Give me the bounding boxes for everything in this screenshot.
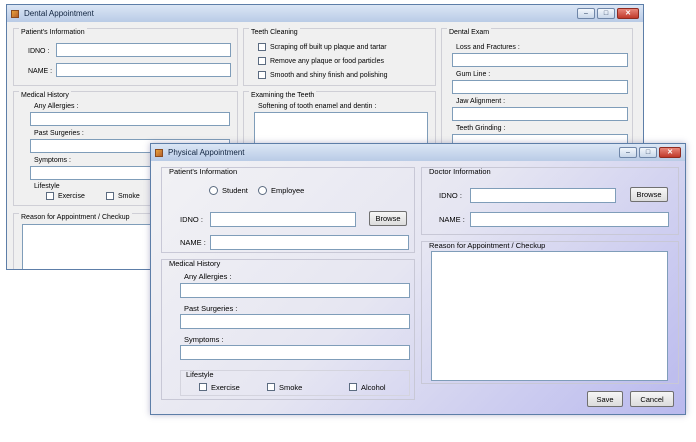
remove-plaque-label: Remove any plaque or food particles bbox=[270, 58, 385, 65]
group-legend: Medical History bbox=[169, 259, 221, 268]
doctor-name-input[interactable] bbox=[470, 212, 669, 227]
examining-teeth-group: Examining the Teeth Softening of tooth e… bbox=[243, 91, 436, 151]
doctor-browse-button[interactable]: Browse bbox=[630, 187, 668, 202]
smoke-label: Smoke bbox=[279, 383, 303, 392]
close-button[interactable]: ✕ bbox=[617, 8, 639, 19]
minimize-button[interactable]: – bbox=[619, 147, 637, 158]
dental-idno-input[interactable] bbox=[56, 43, 231, 57]
gum-line-input[interactable] bbox=[452, 80, 628, 94]
group-legend: Reason for Appointment / Checkup bbox=[19, 213, 132, 222]
app-icon bbox=[11, 9, 19, 18]
dental-window-title: Dental Appointment bbox=[24, 9, 94, 18]
jaw-alignment-label: Jaw Alignment : bbox=[456, 98, 506, 105]
doctor-name-label: NAME : bbox=[439, 215, 465, 224]
name-label: NAME : bbox=[180, 238, 206, 247]
cancel-button[interactable]: Cancel bbox=[630, 391, 674, 407]
jaw-alignment-input[interactable] bbox=[452, 107, 628, 121]
physical-idno-input[interactable] bbox=[210, 212, 356, 227]
group-legend: Doctor Information bbox=[429, 167, 491, 176]
physical-appointment-window: Physical Appointment – □ ✕ Patient's Inf… bbox=[150, 143, 686, 415]
physical-reason-textarea[interactable] bbox=[431, 251, 668, 381]
group-legend: Medical History bbox=[19, 91, 71, 100]
physical-surgeries-input[interactable] bbox=[180, 314, 410, 329]
allergies-label: Any Allergies : bbox=[34, 103, 79, 110]
exercise-label: Exercise bbox=[58, 193, 85, 200]
physical-body: Patient's Information Student Employee I… bbox=[151, 161, 685, 414]
scraping-checkbox[interactable] bbox=[258, 43, 266, 51]
physical-reason-group: Reason for Appointment / Checkup bbox=[421, 241, 679, 384]
maximize-button[interactable]: □ bbox=[639, 147, 657, 158]
alcohol-label: Alcohol bbox=[361, 383, 386, 392]
employee-radio[interactable] bbox=[258, 186, 267, 195]
lifestyle-label: Lifestyle bbox=[186, 370, 214, 379]
group-legend: Teeth Cleaning bbox=[249, 28, 300, 37]
symptoms-label: Symptoms : bbox=[184, 335, 224, 344]
allergies-label: Any Allergies : bbox=[184, 272, 232, 281]
physical-allergies-input[interactable] bbox=[180, 283, 410, 298]
dental-patient-info-group: Patient's Information IDNO : NAME : bbox=[13, 28, 238, 86]
group-legend: Patient's Information bbox=[169, 167, 238, 176]
dental-name-input[interactable] bbox=[56, 63, 231, 77]
dental-exam-group: Dental Exam Loss and Fractures : Gum Lin… bbox=[441, 28, 633, 156]
physical-symptoms-input[interactable] bbox=[180, 345, 410, 360]
scraping-label: Scraping off built up plaque and tartar bbox=[270, 44, 387, 51]
physical-name-input[interactable] bbox=[210, 235, 409, 250]
group-legend: Dental Exam bbox=[447, 28, 492, 37]
group-legend: Examining the Teeth bbox=[249, 91, 317, 100]
name-label: NAME : bbox=[28, 68, 53, 75]
loss-fractures-label: Loss and Fractures : bbox=[456, 44, 520, 51]
dental-title-bar[interactable]: Dental Appointment – □ ✕ bbox=[7, 5, 643, 22]
close-button[interactable]: ✕ bbox=[659, 147, 681, 158]
teeth-grinding-label: Teeth Grinding : bbox=[456, 125, 506, 132]
remove-plaque-checkbox[interactable] bbox=[258, 57, 266, 65]
doctor-idno-input[interactable] bbox=[470, 188, 616, 203]
softening-label: Softening of tooth enamel and dentin : bbox=[258, 103, 377, 110]
surgeries-label: Past Surgeries : bbox=[184, 304, 238, 313]
dental-allergies-input[interactable] bbox=[30, 112, 230, 126]
save-button[interactable]: Save bbox=[587, 391, 623, 407]
physical-medical-history-group: Medical History Any Allergies : Past Sur… bbox=[161, 259, 415, 400]
smoke-checkbox[interactable] bbox=[267, 383, 275, 391]
polishing-label: Smooth and shiny finish and polishing bbox=[270, 72, 388, 79]
doctor-idno-label: IDNO : bbox=[439, 191, 462, 200]
maximize-button[interactable]: □ bbox=[597, 8, 615, 19]
teeth-cleaning-group: Teeth Cleaning Scraping off built up pla… bbox=[243, 28, 436, 86]
polishing-checkbox[interactable] bbox=[258, 71, 266, 79]
doctor-info-group: Doctor Information IDNO : Browse NAME : bbox=[421, 167, 679, 235]
alcohol-checkbox[interactable] bbox=[349, 383, 357, 391]
physical-window-title: Physical Appointment bbox=[168, 148, 245, 157]
app-icon bbox=[155, 148, 163, 157]
exercise-checkbox[interactable] bbox=[46, 192, 54, 200]
patient-browse-button[interactable]: Browse bbox=[369, 211, 407, 226]
loss-fractures-input[interactable] bbox=[452, 53, 628, 67]
gum-line-label: Gum Line : bbox=[456, 71, 491, 78]
idno-label: IDNO : bbox=[180, 215, 203, 224]
exercise-label: Exercise bbox=[211, 383, 240, 392]
group-legend: Reason for Appointment / Checkup bbox=[429, 241, 546, 250]
exercise-checkbox[interactable] bbox=[199, 383, 207, 391]
group-legend: Patient's Information bbox=[19, 28, 87, 37]
idno-label: IDNO : bbox=[28, 48, 50, 55]
lifestyle-label: Lifestyle bbox=[34, 183, 60, 190]
employee-label: Employee bbox=[271, 186, 305, 195]
student-label: Student bbox=[222, 186, 248, 195]
smoke-checkbox[interactable] bbox=[106, 192, 114, 200]
physical-title-bar[interactable]: Physical Appointment – □ ✕ bbox=[151, 144, 685, 161]
student-radio[interactable] bbox=[209, 186, 218, 195]
lifestyle-group: Lifestyle Exercise Smoke Alcohol bbox=[180, 370, 410, 396]
symptoms-label: Symptoms : bbox=[34, 157, 71, 164]
physical-patient-info-group: Patient's Information Student Employee I… bbox=[161, 167, 415, 253]
smoke-label: Smoke bbox=[118, 193, 140, 200]
dental-reason-textarea[interactable] bbox=[22, 224, 162, 269]
minimize-button[interactable]: – bbox=[577, 8, 595, 19]
surgeries-label: Past Surgeries : bbox=[34, 130, 84, 137]
